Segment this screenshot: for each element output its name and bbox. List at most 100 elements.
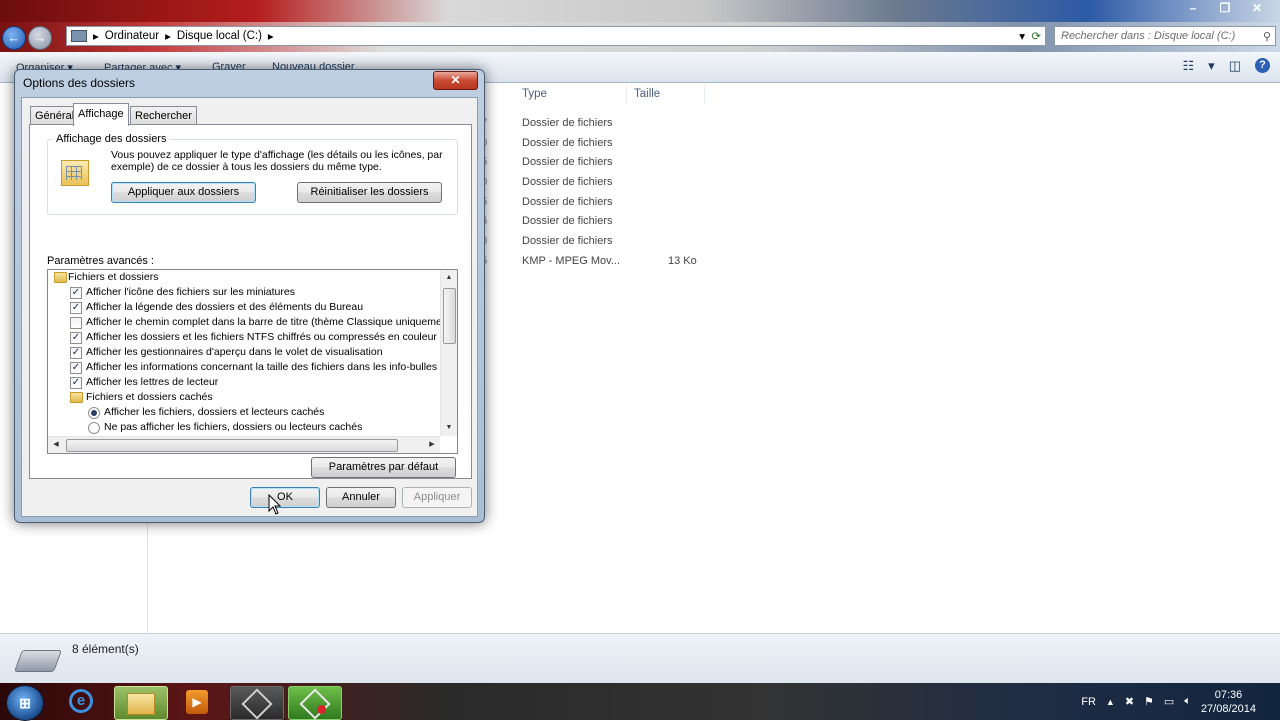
internet-explorer-icon[interactable]: e [56,686,108,718]
media-player-icon[interactable]: ▶ [172,686,224,718]
tree-label: Fichiers et dossiers cachés [86,391,213,403]
vertical-scrollbar[interactable]: ▲ ▼ [440,270,457,436]
maximize-button[interactable]: ❐ [1210,0,1240,18]
clock[interactable]: 07:36 27/08/2014 [1201,688,1256,716]
windows-explorer-icon[interactable] [114,686,168,720]
breadcrumb-drive[interactable]: Disque local (C:) [177,30,262,42]
dropdown-arrow-icon[interactable]: ▾ [1019,29,1025,43]
file-type: Dossier de fichiers [522,215,613,227]
volume-icon[interactable]: 🔈︎ [1184,695,1191,708]
file-size: 13 Ko [668,255,697,267]
clock-date: 27/08/2014 [1200,702,1256,715]
scroll-up-icon[interactable]: ▲ [441,270,457,286]
refresh-icon[interactable]: ⟳ [1031,29,1041,43]
dialog-body: Général Affichage Rechercher Affichage d… [21,97,478,517]
file-type: Dossier de fichiers [522,117,613,129]
cancel-button[interactable]: Annuler [326,487,396,508]
explorer-title-bar: – ❐ ✕ [0,0,1280,22]
group-description: Vous pouvez appliquer le type d'affichag… [111,149,443,173]
app-icon[interactable] [230,686,284,720]
checkbox-checked[interactable]: ✓ [70,362,82,374]
ok-button[interactable]: OK [250,487,320,508]
tree-label: Afficher les dossiers et les fichiers NT… [86,331,437,343]
control-panel-icon[interactable] [288,686,342,720]
checkbox-checked[interactable]: ✓ [70,287,82,299]
tree-label: Afficher l'icône des fichiers sur les mi… [86,286,295,298]
breadcrumb-separator-icon[interactable]: ▸ [165,29,171,43]
show-hidden-icons-icon[interactable]: ▲ [1106,697,1115,707]
window-controls: – ❐ ✕ [1178,0,1272,18]
back-icon[interactable]: ← [2,26,26,50]
scroll-right-icon[interactable]: ▶ [424,437,440,453]
forward-icon[interactable]: → [28,26,52,50]
restore-defaults-button[interactable]: Paramètres par défaut [311,457,456,478]
tree-label: Afficher les gestionnaires d'aperçu dans… [86,346,383,358]
checkbox-checked[interactable]: ✓ [70,302,82,314]
reset-folders-button[interactable]: Réinitialiser les dossiers [297,182,442,203]
apply-button[interactable]: Appliquer [402,487,472,508]
folder-icon [70,392,83,403]
folder-icon [54,272,67,283]
action-center-icon[interactable]: ⚑ [1144,695,1154,708]
checkbox-unchecked[interactable] [70,317,82,329]
language-indicator[interactable]: FR [1081,696,1096,708]
computer-icon [71,30,87,42]
battery-icon[interactable]: ▭ [1164,695,1174,708]
change-view-icon[interactable]: ☷ [1183,58,1195,74]
search-input[interactable]: Rechercher dans : Disque local (C:) ⚲ [1054,26,1276,46]
details-pane: 8 élément(s) [0,633,1280,684]
breadcrumb-computer[interactable]: Ordinateur [105,30,159,42]
horizontal-scrollbar[interactable]: ◀ ▶ [48,436,440,453]
start-button[interactable]: ⊞ [6,685,44,721]
file-type: Dossier de fichiers [522,235,613,247]
tree-label: Afficher la légende des dossiers et des … [86,301,364,313]
tree-label: Ne pas afficher les fichiers, dossiers o… [104,421,363,433]
tab-panel: Affichage des dossiers Vous pouvez appli… [29,124,472,479]
folder-view-icon [61,158,89,186]
advanced-settings-label: Paramètres avancés : [47,255,154,267]
file-type: KMP - MPEG Mov... [522,255,620,267]
close-dialog-button[interactable]: ✕ [433,71,478,90]
advanced-settings-tree[interactable]: Fichiers et dossiers ✓ Afficher l'icône … [47,269,458,454]
column-header-type[interactable]: Type [522,88,547,100]
column-separator[interactable] [626,85,627,103]
group-title: Affichage des dossiers [53,133,170,145]
scroll-thumb[interactable] [443,288,456,344]
tree-label: Fichiers et dossiers [68,271,159,283]
tab-affichage[interactable]: Affichage [73,103,129,126]
tree-label: Afficher les informations concernant la … [86,361,458,373]
checkbox-checked[interactable]: ✓ [70,332,82,344]
column-header-size[interactable]: Taille [634,88,660,100]
radio-unselected[interactable] [88,422,100,434]
apply-to-folders-button[interactable]: Appliquer aux dossiers [111,182,256,203]
radio-selected[interactable] [88,407,100,419]
tab-general[interactable]: Général [30,106,80,125]
search-placeholder: Rechercher dans : Disque local (C:) [1061,30,1236,42]
tree-label: Afficher les fichiers, dossiers et lecte… [104,406,325,418]
file-type: Dossier de fichiers [522,137,613,149]
checkbox-checked[interactable]: ✓ [70,377,82,389]
breadcrumb-separator-icon[interactable]: ▸ [93,29,99,43]
address-bar[interactable]: ▸ Ordinateur ▸ Disque local (C:) ▸ ▾ ⟳ [66,26,1046,46]
network-icon[interactable]: ✖ [1125,695,1134,708]
tab-rechercher[interactable]: Rechercher [130,106,197,125]
column-separator[interactable] [704,85,705,103]
file-type: Dossier de fichiers [522,156,613,168]
preview-pane-icon[interactable]: ◫ [1229,58,1241,74]
checkbox-checked[interactable]: ✓ [70,347,82,359]
tree-label: Afficher le chemin complet dans la barre… [86,316,455,328]
close-window-button[interactable]: ✕ [1242,0,1272,18]
breadcrumb-separator-icon[interactable]: ▸ [268,29,274,43]
system-tray: FR ▲ ✖ ⚑ ▭ 🔈︎ 07:36 27/08/2014 [1081,683,1280,720]
scroll-left-icon[interactable]: ◀ [48,437,64,453]
search-icon[interactable]: ⚲ [1263,28,1271,46]
clock-time: 07:36 [1214,688,1243,701]
file-type: Dossier de fichiers [522,196,613,208]
minimize-button[interactable]: – [1178,0,1208,18]
scroll-thumb[interactable] [66,439,398,452]
file-type: Dossier de fichiers [522,176,613,188]
scroll-down-icon[interactable]: ▼ [441,420,457,436]
mouse-cursor-icon [268,494,282,515]
help-icon[interactable]: ? [1255,58,1270,73]
view-dropdown-icon[interactable]: ▾ [1208,58,1215,74]
